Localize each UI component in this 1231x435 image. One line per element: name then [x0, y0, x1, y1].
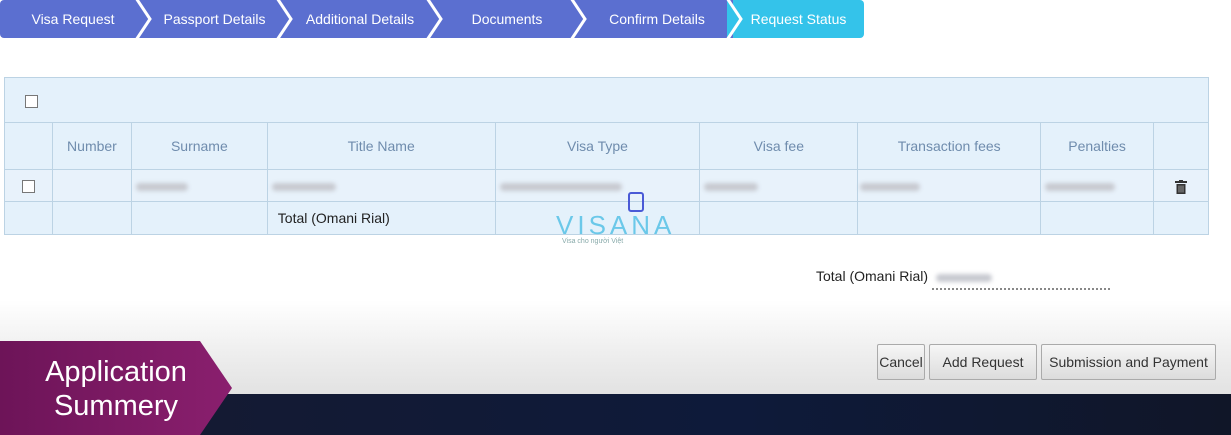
redacted-value	[936, 274, 992, 282]
step-label: Documents	[471, 11, 543, 27]
row-select-cell	[4, 169, 53, 202]
badge-line-1: Application	[45, 356, 187, 388]
watermark-tagline: Visa cho người Việt	[562, 238, 624, 245]
header-penalties[interactable]: Penalties	[1040, 122, 1155, 170]
step-passport-details[interactable]: Passport Details	[142, 0, 287, 38]
total-cell	[4, 201, 53, 235]
chevron-separator-icon	[726, 0, 743, 38]
table-header-row: Number Surname Title Name Visa Type Visa…	[4, 122, 1209, 170]
cell-surname	[130, 169, 268, 202]
header-transaction-fees[interactable]: Transaction fees	[857, 122, 1042, 170]
table-total-label: Total (Omani Rial)	[266, 201, 496, 235]
step-label: Confirm Details	[609, 11, 705, 27]
redacted-value	[1045, 182, 1116, 191]
suitcase-icon	[628, 192, 644, 212]
visana-watermark: VISANA Visa cho người Việt	[556, 190, 676, 246]
header-actions	[1153, 122, 1209, 170]
total-cell	[699, 201, 859, 235]
total-cell	[130, 201, 268, 235]
cell-actions	[1153, 169, 1209, 202]
total-cell	[1040, 201, 1155, 235]
wizard-steps: Visa Request Passport Details Additional…	[0, 0, 864, 38]
redacted-value	[704, 182, 759, 191]
summary-total-label: Total (Omani Rial)	[816, 268, 929, 284]
cell-number	[51, 169, 132, 202]
row-checkbox[interactable]	[22, 180, 35, 194]
add-request-button[interactable]: Add Request	[929, 344, 1037, 380]
total-cell	[857, 201, 1042, 235]
total-cell	[51, 201, 132, 235]
cell-transaction-fees	[857, 169, 1042, 202]
table-toolbar-row	[4, 77, 1209, 123]
submission-and-payment-button[interactable]: Submission and Payment	[1041, 344, 1216, 380]
step-documents[interactable]: Documents	[433, 0, 581, 38]
cell-visa-fee	[699, 169, 859, 202]
step-additional-details[interactable]: Additional Details	[283, 0, 437, 38]
header-select	[4, 122, 53, 170]
cell-title-name	[266, 169, 496, 202]
step-label: Passport Details	[163, 11, 266, 27]
toolbar-cell	[4, 77, 1209, 123]
chevron-separator-icon	[570, 0, 587, 38]
trash-icon[interactable]	[1175, 179, 1188, 194]
watermark-brand: VISANA	[556, 210, 676, 240]
header-number[interactable]: Number	[51, 122, 132, 170]
badge-line-2: Summery	[53, 390, 179, 422]
cell-penalties	[1040, 169, 1155, 202]
header-title-name[interactable]: Title Name	[266, 122, 496, 170]
select-all-checkbox[interactable]	[25, 94, 38, 108]
step-confirm-details[interactable]: Confirm Details	[577, 0, 737, 38]
step-label: Additional Details	[305, 11, 415, 27]
chevron-separator-icon	[276, 0, 293, 38]
chevron-separator-icon	[135, 0, 152, 38]
step-request-status[interactable]: Request Status	[733, 0, 864, 38]
application-summary-badge: Application Summery	[0, 341, 232, 435]
redacted-value	[271, 182, 336, 191]
step-visa-request[interactable]: Visa Request	[0, 0, 146, 38]
header-surname[interactable]: Surname	[130, 122, 268, 170]
header-visa-fee[interactable]: Visa fee	[699, 122, 859, 170]
redacted-value	[135, 182, 188, 191]
header-visa-type[interactable]: Visa Type	[494, 122, 701, 170]
badge-text: Application Summery	[0, 355, 232, 423]
chevron-separator-icon	[426, 0, 443, 38]
cancel-button[interactable]: Cancel	[877, 344, 925, 380]
step-label: Request Status	[750, 11, 847, 27]
redacted-value	[860, 182, 921, 191]
summary-total-field	[932, 268, 1110, 290]
step-label: Visa Request	[31, 11, 115, 27]
total-cell	[1153, 201, 1209, 235]
